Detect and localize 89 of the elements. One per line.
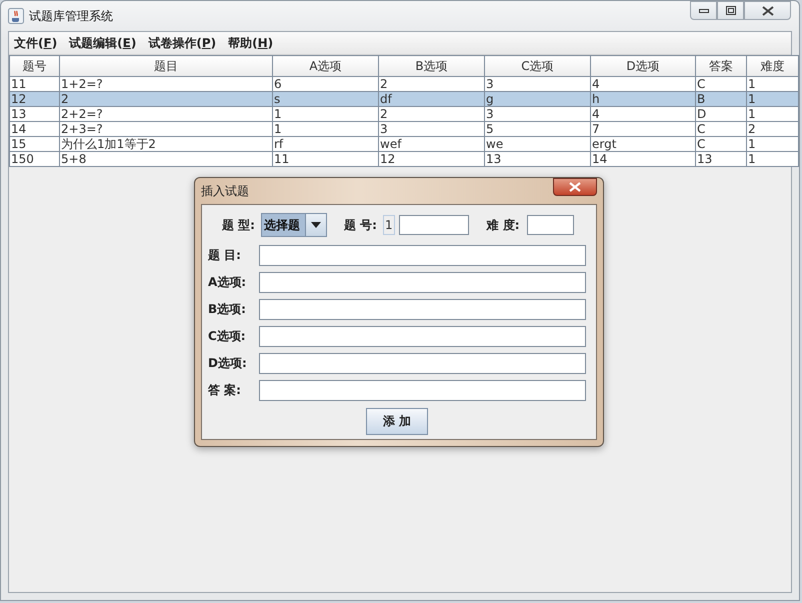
- field-label: 题 目:: [208, 247, 242, 264]
- table-cell: 2: [746, 122, 798, 136]
- minimize-icon: [698, 8, 708, 12]
- table-cell: g: [484, 92, 590, 106]
- column-header[interactable]: 难度: [746, 56, 798, 76]
- table-cell: 5+8: [60, 152, 272, 166]
- caret-icon: [310, 222, 321, 228]
- coffee-cup-icon: [8, 8, 24, 24]
- menu-item[interactable]: 试卷操作(P): [148, 34, 216, 52]
- table-cell: B: [696, 92, 746, 106]
- table-cell: C: [696, 136, 746, 152]
- field-label: 题 型:: [222, 216, 255, 234]
- dialog-title: 插入试题: [201, 182, 249, 200]
- table-cell: h: [590, 92, 696, 106]
- table-cell: we: [484, 136, 590, 152]
- number-prefix: 1: [382, 215, 395, 235]
- table-cell: 14: [590, 152, 696, 166]
- table-row[interactable]: 12 2 s df g h B 1: [10, 92, 798, 106]
- table-cell: df: [378, 92, 484, 106]
- table-row[interactable]: 13 2+2=? 1 2 3 4 D 1: [10, 106, 798, 122]
- table-cell: 1: [272, 106, 378, 122]
- table-cell: 13: [484, 152, 590, 166]
- table-cell: 13: [10, 106, 60, 122]
- add-button[interactable]: 添 加: [366, 408, 428, 435]
- table-cell: 150: [10, 152, 60, 166]
- menu-item[interactable]: 文件(F): [14, 34, 58, 52]
- field-label: 难 度:: [486, 216, 520, 234]
- input-field[interactable]: [259, 353, 586, 374]
- input-field[interactable]: [259, 326, 586, 347]
- field-label: 题 号:: [344, 216, 377, 234]
- table-cell: 3: [484, 106, 590, 122]
- table-cell: 15: [10, 136, 60, 152]
- type-dropdown[interactable]: 选择题: [260, 213, 327, 237]
- field-label: B选项:: [208, 301, 247, 318]
- table-cell: 3: [378, 122, 484, 136]
- table-cell: 为什么1加1等于2: [60, 136, 272, 152]
- column-header[interactable]: A选项: [272, 56, 378, 76]
- table-cell: 11: [272, 152, 378, 166]
- table-row[interactable]: 15 为什么1加1等于2 rf wef we ergt C 1: [10, 136, 798, 152]
- table-row[interactable]: 14 2+3=? 1 3 5 7 C 2: [10, 122, 798, 136]
- close-button[interactable]: [744, 1, 791, 20]
- table-cell: 2+3=?: [60, 122, 272, 136]
- table-cell: 12: [378, 152, 484, 166]
- table-cell: 1: [272, 122, 378, 136]
- table-cell: wef: [378, 136, 484, 152]
- table-cell: 7: [590, 122, 696, 136]
- input-field[interactable]: [259, 299, 586, 320]
- maximize-icon: [726, 6, 736, 15]
- table-cell: ergt: [590, 136, 696, 152]
- close-icon: [762, 6, 774, 16]
- column-header[interactable]: B选项: [378, 56, 484, 76]
- table-cell: 2: [378, 106, 484, 122]
- table-cell: 1: [746, 136, 798, 152]
- menu-item[interactable]: 试题编辑(E): [69, 34, 136, 52]
- column-header[interactable]: 答案: [696, 56, 746, 76]
- minimize-button[interactable]: [690, 1, 717, 20]
- window-title: 试题库管理系统: [29, 8, 113, 24]
- input-field[interactable]: [259, 245, 586, 266]
- table-cell: 1: [746, 152, 798, 166]
- table-cell: D: [696, 106, 746, 122]
- table-cell: 14: [10, 122, 60, 136]
- field-label: A选项:: [208, 274, 248, 291]
- close-icon: [569, 182, 581, 192]
- table-cell: rf: [272, 136, 378, 152]
- field-label: C选项:: [208, 328, 247, 345]
- column-header[interactable]: 题目: [60, 56, 272, 76]
- table-cell: 1: [746, 106, 798, 122]
- number-field[interactable]: [398, 215, 469, 235]
- field-label: 答 案:: [208, 382, 242, 399]
- table-cell: C: [696, 122, 746, 136]
- menu-item[interactable]: 帮助(H): [228, 34, 274, 52]
- field-label: D选项:: [208, 355, 248, 372]
- table-cell: 12: [10, 92, 60, 106]
- difficulty-field[interactable]: [526, 215, 574, 235]
- table-cell: 1: [746, 92, 798, 106]
- column-header[interactable]: 题号: [10, 56, 60, 76]
- column-header[interactable]: D选项: [590, 56, 696, 76]
- column-header[interactable]: C选项: [484, 56, 590, 76]
- close-button[interactable]: [553, 178, 597, 196]
- table-cell: 2: [60, 92, 272, 106]
- input-field[interactable]: [259, 380, 586, 401]
- table-cell: 4: [590, 106, 696, 122]
- table-cell: 13: [696, 152, 746, 166]
- table-row[interactable]: 150 5+8 11 12 13 14 13 1: [10, 152, 798, 166]
- table-cell: s: [272, 92, 378, 106]
- table-cell: 2+2=?: [60, 106, 272, 122]
- input-field[interactable]: [259, 272, 586, 293]
- maximize-button[interactable]: [717, 1, 744, 20]
- table-cell: 5: [484, 122, 590, 136]
